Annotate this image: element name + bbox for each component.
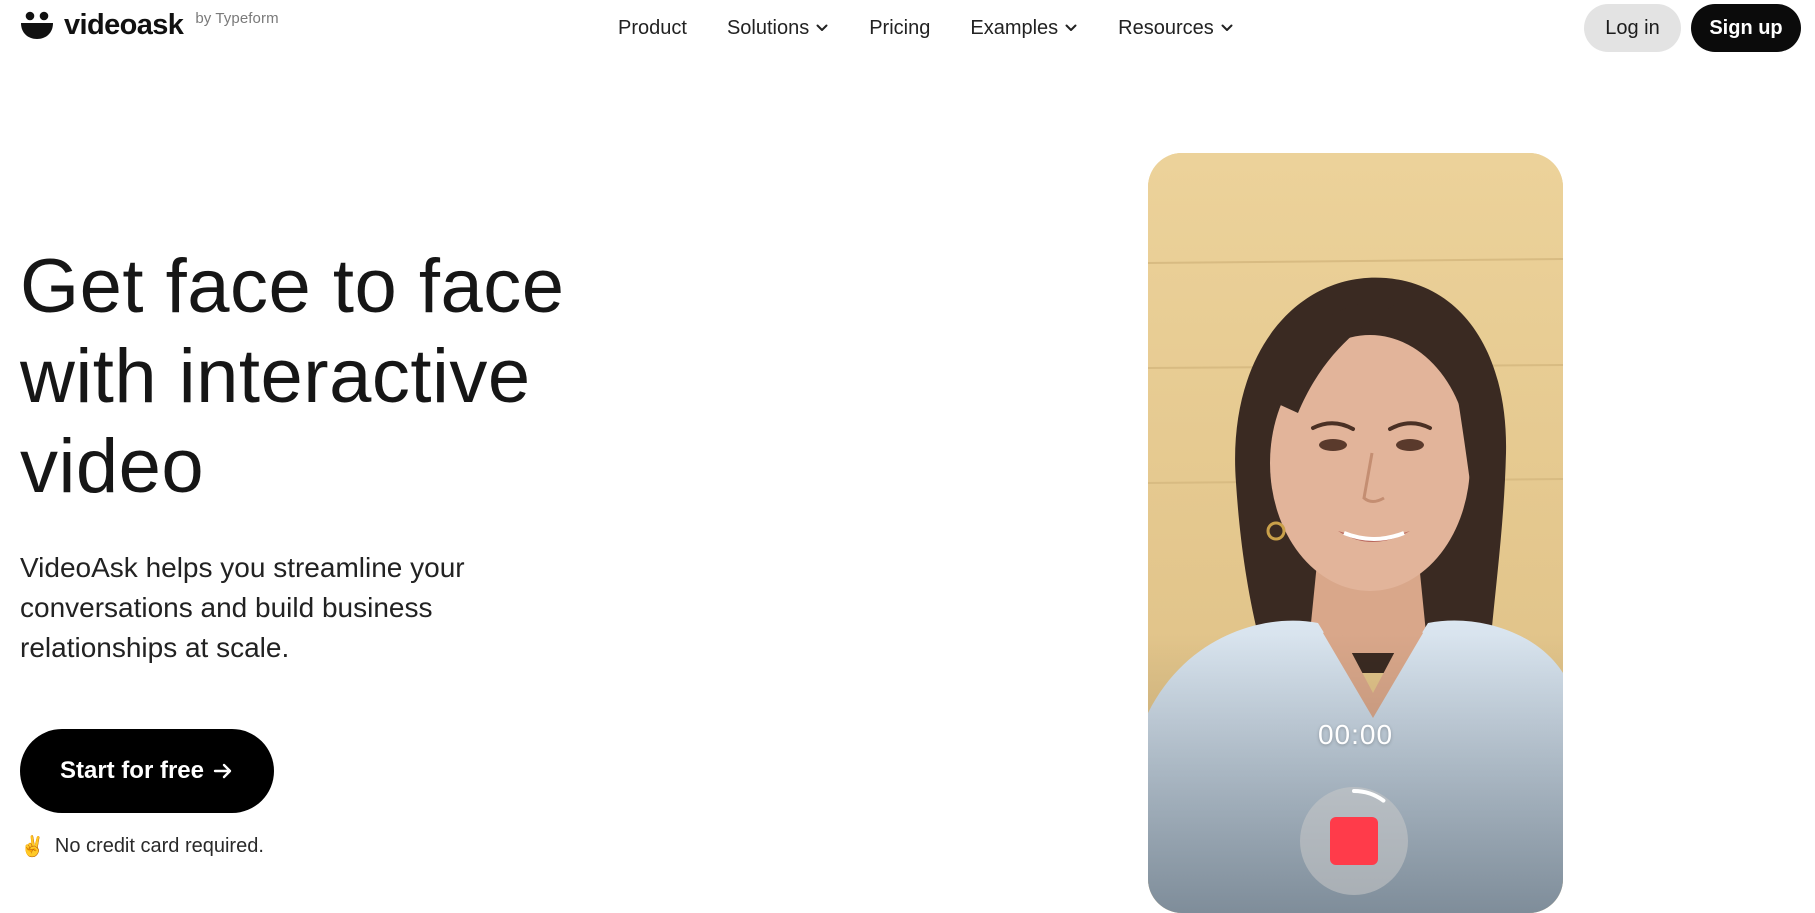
video-preview[interactable]: 00:00 <box>1148 153 1563 913</box>
nav-item-label: Solutions <box>726 17 810 39</box>
hero-subtitle-line: VideoAsk helps you streamline your <box>20 552 465 583</box>
no-credit-card-note: ✌️ No credit card required. <box>20 834 264 859</box>
start-for-free-button[interactable]: Start for free <box>20 729 274 813</box>
chevron-down-icon <box>1065 24 1077 31</box>
nav-item-examples[interactable]: Examples <box>970 14 1078 42</box>
nav-item-product[interactable]: Product <box>618 14 687 42</box>
smile-logo-icon <box>21 11 53 39</box>
brand-logo[interactable]: videoask by Typeform <box>20 8 279 42</box>
victory-hand-icon: ✌️ <box>20 836 45 858</box>
login-button[interactable]: Log in <box>1584 4 1681 52</box>
hero-title: Get face to face with interactive video <box>20 242 640 512</box>
hero-title-line: Get face to face <box>20 244 565 329</box>
hero-title-line: with interactive <box>20 334 531 419</box>
hero-subtitle-line: conversations and build business <box>20 592 433 623</box>
chevron-down-icon <box>1221 24 1233 31</box>
cta-label: Start for free <box>59 757 205 784</box>
hero-subtitle-line: relationships at scale. <box>20 632 290 663</box>
arrow-right-icon <box>213 763 232 779</box>
nav-item-label: Product <box>618 17 687 39</box>
hero-title-line: video <box>20 424 205 509</box>
site-header: videoask by Typeform Product Solutions P… <box>0 0 1815 58</box>
brand-name: videoask <box>64 9 184 41</box>
note-text: No credit card required. <box>54 835 264 857</box>
main-nav: Product Solutions Pricing Examples Resou… <box>618 14 1234 42</box>
record-stop-button[interactable] <box>1300 787 1408 895</box>
nav-item-label: Resources <box>1118 17 1214 39</box>
brand-byline: by Typeform <box>195 10 279 27</box>
nav-item-pricing[interactable]: Pricing <box>869 14 930 42</box>
nav-item-label: Pricing <box>869 17 931 39</box>
nav-item-solutions[interactable]: Solutions <box>727 14 829 42</box>
signup-button[interactable]: Sign up <box>1691 4 1801 52</box>
recording-timer: 00:00 <box>1317 719 1394 750</box>
chevron-down-icon <box>816 24 828 31</box>
hero-subtitle: VideoAsk helps you streamline your conve… <box>20 548 560 668</box>
stop-icon <box>1330 817 1378 865</box>
nav-item-label: Examples <box>970 17 1059 39</box>
nav-item-resources[interactable]: Resources <box>1118 14 1234 42</box>
